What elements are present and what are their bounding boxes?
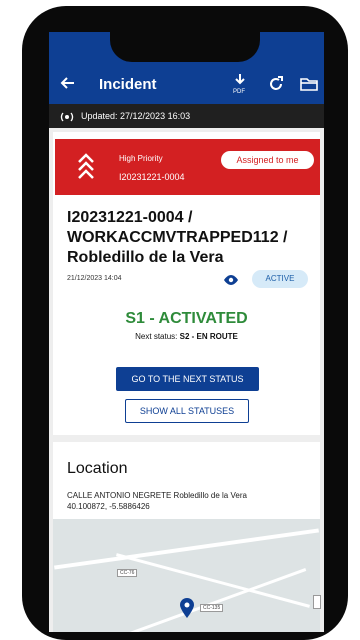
road-label: CC-135 [200,604,224,612]
status-badge: ACTIVE [252,270,308,288]
coordinates: 40.100872, -5.5886426 [67,502,150,511]
phone-notch [110,32,260,62]
pdf-download-icon: PDF [233,74,245,95]
location-address: CALLE ANTONIO NEGRETE Robledillo de la V… [67,490,307,512]
priority-code: I20231221-0004 [119,172,185,182]
back-button[interactable] [59,74,77,92]
incident-date: 21/12/2023 14:04 [67,275,122,282]
folder-button[interactable] [300,76,318,92]
refresh-icon [270,76,283,90]
next-status-prefix: Next status: [135,332,180,341]
page-title: Incident [99,76,157,93]
incident-title: I20231221-0004 / WORKACCMVTRAPPED112 / R… [67,209,288,266]
map-zoom-control[interactable] [313,595,321,609]
road-label: CC-76 [117,569,138,577]
priority-label: High Priority [119,154,163,163]
updated-timestamp: Updated: 27/12/2023 16:03 [81,111,191,121]
location-heading: Location [67,460,128,477]
next-status-value: S2 - EN ROUTE [179,332,238,341]
refresh-button[interactable] [268,76,284,92]
pdf-download-button[interactable]: PDF [232,73,248,95]
view-button[interactable] [223,273,239,285]
arrow-left-icon [60,77,74,89]
map-pin-icon [179,597,195,619]
address-line: CALLE ANTONIO NEGRETE Robledillo de la V… [67,491,247,500]
go-to-next-status-button[interactable]: GO TO THE NEXT STATUS [116,367,259,391]
current-status: S1 - ACTIVATED [125,310,248,327]
eye-icon [224,275,238,285]
svg-text:PDF: PDF [233,89,245,95]
show-all-statuses-button[interactable]: SHOW ALL STATUSES [125,399,249,423]
double-chevron-up-icon [77,150,95,182]
assigned-to-me-button[interactable]: Assigned to me [221,151,314,169]
folder-open-icon [300,78,318,91]
next-status: Next status: S2 - EN ROUTE [49,332,324,341]
signal-broadcast-icon [59,110,75,122]
